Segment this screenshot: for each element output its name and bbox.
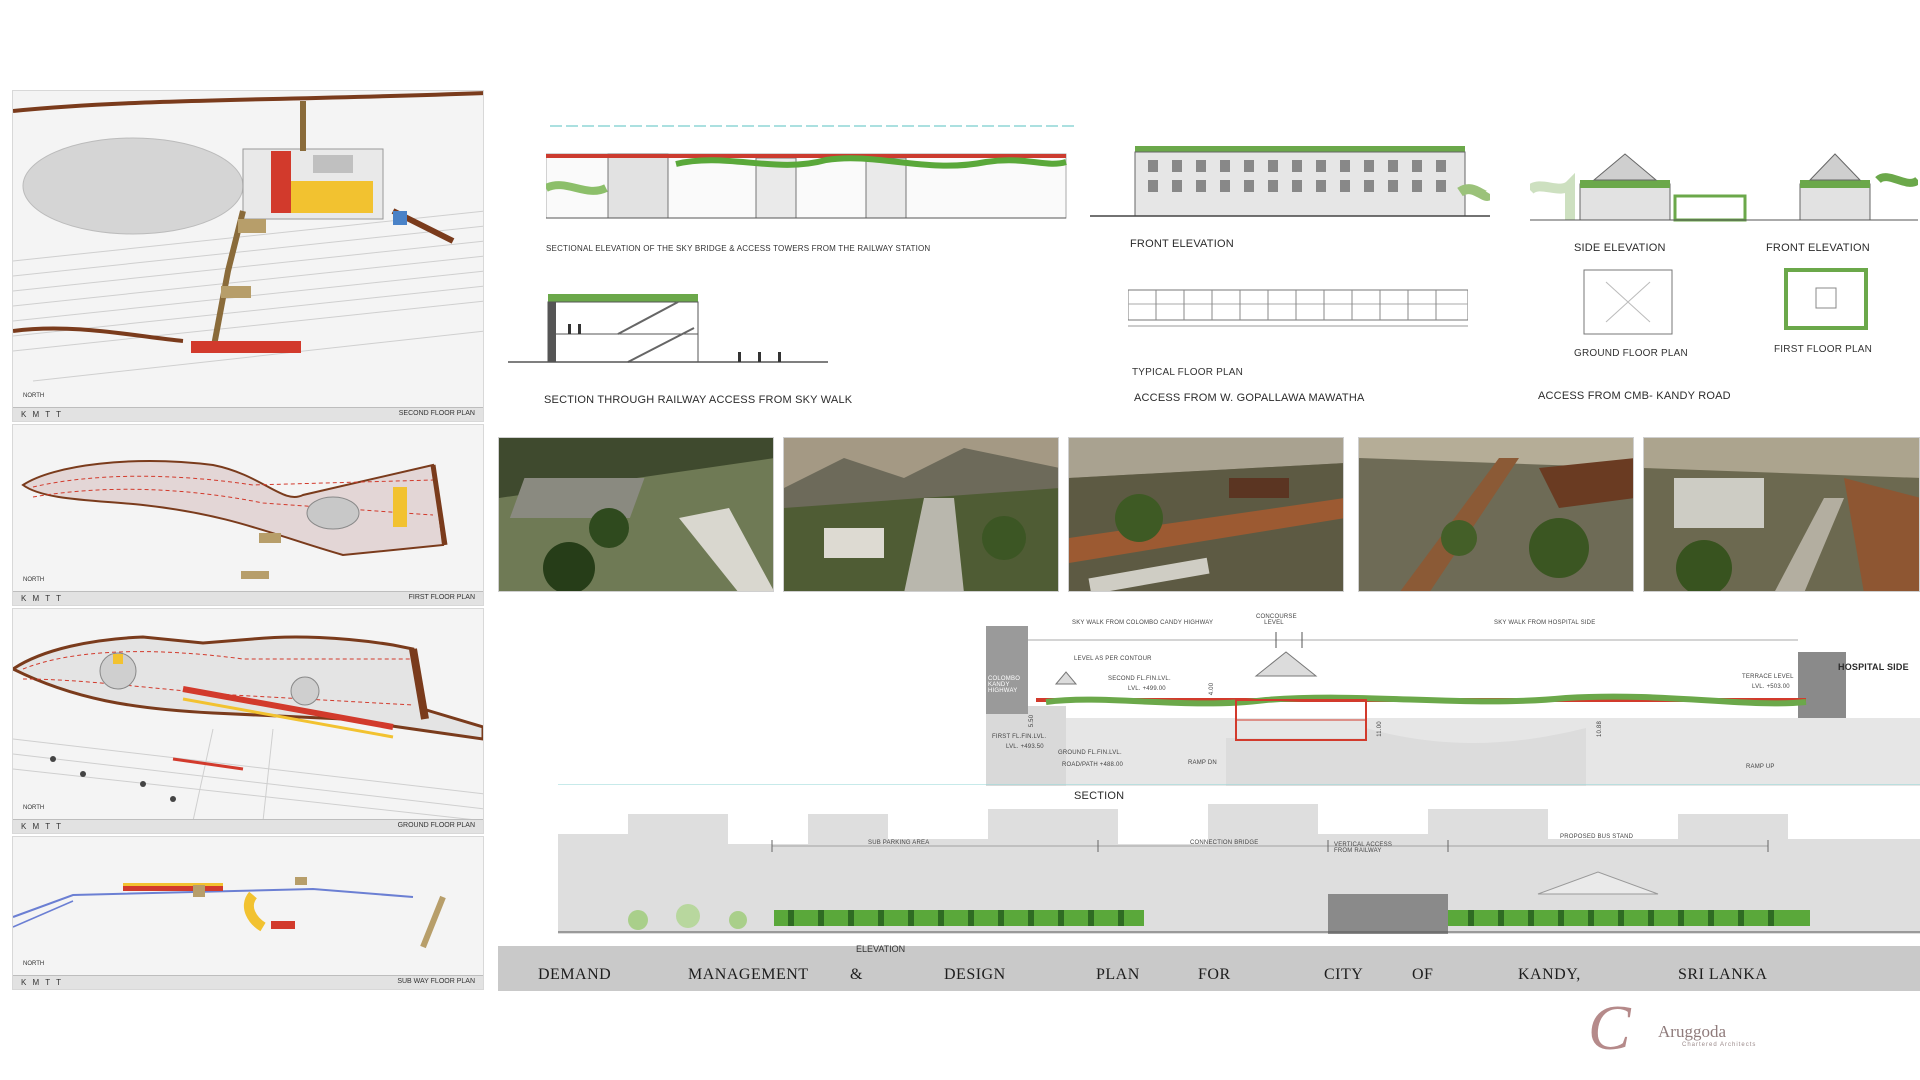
section-ramp-down: RAMP DN [1188, 760, 1217, 766]
section-road-path: ROAD/PATH +488.00 [1062, 762, 1124, 768]
section-concourse-level: CONCOURSE LEVEL [1256, 614, 1297, 626]
footer-word: MANAGEMENT [688, 966, 809, 983]
kandy-road-access-caption: ACCESS FROM CMB- KANDY ROAD [1538, 390, 1731, 402]
footer-word: DEMAND [538, 966, 612, 983]
main-section-drawing [986, 618, 1920, 786]
panel-name: SECOND FLOOR PLAN [398, 410, 475, 417]
logo-subtitle: Chartered Architects [1682, 1042, 1757, 1048]
section-level-493: LVL. +493.50 [1006, 744, 1044, 750]
second-floor-plan-panel: NORTH K M T T SECOND FLOOR PLAN [12, 90, 484, 422]
panel-code: K M T T [21, 594, 64, 603]
section-colombo-highway: COLOMBO KANDY HIGHWAY [988, 676, 1021, 694]
section-hospital-side: HOSPITAL SIDE [1838, 662, 1909, 672]
front-elevation-caption: FRONT ELEVATION [1130, 238, 1234, 250]
section-terrace-level-value: LVL. +503.00 [1752, 684, 1790, 690]
first-floor-plan-caption: FIRST FLOOR PLAN [1774, 344, 1873, 355]
panel-code: K M T T [21, 822, 64, 831]
kandy-road-side-elevation-drawing [1530, 153, 1770, 222]
footer-word: PLAN [1096, 966, 1140, 983]
elevation-parking-label: SUB PARKING AREA [868, 840, 930, 846]
elevation-vertical-label: VERTICAL ACCESS FROM RAILWAY [1334, 842, 1393, 854]
sky-bridge-sectional-elevation [546, 125, 1076, 219]
footer-word: CITY [1324, 966, 1364, 983]
panel-code: K M T T [21, 410, 64, 419]
ground-floor-plan-panel: NORTH K M T T GROUND FLOOR PLAN [12, 608, 484, 834]
section-dim-550: 5.50 [1029, 714, 1036, 728]
north-arrow-label: NORTH [23, 577, 45, 583]
first-floor-plan-drawing [13, 425, 483, 593]
footer-title-band: DEMAND MANAGEMENT & DESIGN PLAN FOR CITY… [498, 946, 1920, 991]
section-dim-1100: 11.00 [1376, 721, 1383, 737]
panel-code: K M T T [21, 978, 64, 987]
footer-word: SRI LANKA [1678, 966, 1768, 983]
ground-floor-plan-caption: GROUND FLOOR PLAN [1574, 348, 1688, 359]
section-dim-400: 4.00 [1209, 682, 1216, 696]
aruggoda-logo: C Aruggoda Chartered Architects [1588, 996, 1768, 1066]
panel-title-bar: K M T T SUB WAY FLOOR PLAN [13, 975, 483, 989]
aerial-render-3 [1068, 437, 1344, 592]
ground-floor-plan-small [1583, 269, 1673, 335]
section-ground-floor-level: GROUND FL.FIN.LVL. [1058, 750, 1122, 756]
subway-floor-plan-drawing [13, 837, 483, 977]
aerial-render-4 [1358, 437, 1634, 592]
section-terrace-level: TERRACE LEVEL [1742, 674, 1794, 680]
railway-access-section-caption: SECTION THROUGH RAILWAY ACCESS FROM SKY … [544, 394, 853, 406]
first-floor-plan-panel: NORTH K M T T FIRST FLOOR PLAN [12, 424, 484, 606]
aerial-render-1 [498, 437, 774, 592]
north-arrow-label: NORTH [23, 805, 45, 811]
front-elevation-2-caption: FRONT ELEVATION [1766, 242, 1870, 254]
footer-word: & [850, 966, 863, 983]
panel-name: FIRST FLOOR PLAN [408, 594, 475, 601]
logo-mark: C [1588, 992, 1631, 1063]
side-elevation-caption: SIDE ELEVATION [1574, 242, 1666, 254]
elevation-bridge-label: CONNECTION BRIDGE [1190, 840, 1259, 846]
section-dim-1088: 10.88 [1597, 720, 1604, 738]
first-floor-plan-small [1784, 268, 1868, 330]
section-level-499: LVL. +499.00 [1128, 686, 1166, 692]
section-first-floor-level: FIRST FL.FIN.LVL. [992, 734, 1047, 740]
second-floor-plan-drawing [13, 91, 483, 409]
footer-word: FOR [1198, 966, 1231, 983]
subway-floor-plan-panel: NORTH K M T T SUB WAY FLOOR PLAN [12, 836, 484, 990]
panel-title-bar: K M T T FIRST FLOOR PLAN [13, 591, 483, 605]
north-arrow-label: NORTH [23, 961, 45, 967]
section-level-contour: LEVEL AS PER CONTOUR [1074, 656, 1152, 662]
north-arrow-label: NORTH [23, 393, 45, 399]
footer-word: DESIGN [944, 966, 1006, 983]
sky-bridge-section-caption: SECTIONAL ELEVATION OF THE SKY BRIDGE & … [546, 244, 931, 253]
aerial-render-5 [1643, 437, 1920, 592]
section-skywalk-colombo: SKY WALK FROM COLOMBO CANDY HIGHWAY [1072, 620, 1214, 626]
footer-word: KANDY, [1518, 966, 1581, 983]
elevation-stand-label: PROPOSED BUS STAND [1560, 834, 1634, 840]
panel-title-bar: K M T T SECOND FLOOR PLAN [13, 407, 483, 421]
gopallawa-access-caption: ACCESS FROM W. GOPALLAWA MAWATHA [1134, 392, 1365, 404]
section-skywalk-hospital: SKY WALK FROM HOSPITAL SIDE [1494, 620, 1596, 626]
long-elevation-drawing [558, 784, 1920, 934]
panel-name: SUB WAY FLOOR PLAN [397, 978, 475, 985]
kandy-road-front-elevation-drawing [1758, 153, 1918, 221]
railway-access-section-drawing [508, 294, 828, 363]
section-ramp-up: RAMP UP [1746, 764, 1775, 770]
footer-word: OF [1412, 966, 1434, 983]
aerial-render-2 [783, 437, 1059, 592]
ground-floor-plan-drawing [13, 609, 483, 821]
elevation-label: ELEVATION [856, 944, 906, 954]
panel-name: GROUND FLOOR PLAN [397, 822, 475, 829]
section-second-floor-level: SECOND FL.FIN.LVL. [1108, 676, 1171, 682]
logo-wordmark: Aruggoda [1658, 1022, 1726, 1041]
gopallawa-front-elevation-drawing [1090, 146, 1490, 217]
typical-floor-plan-caption: TYPICAL FLOOR PLAN [1132, 367, 1244, 378]
panel-title-bar: K M T T GROUND FLOOR PLAN [13, 819, 483, 833]
typical-floor-plan-drawing [1128, 289, 1468, 327]
